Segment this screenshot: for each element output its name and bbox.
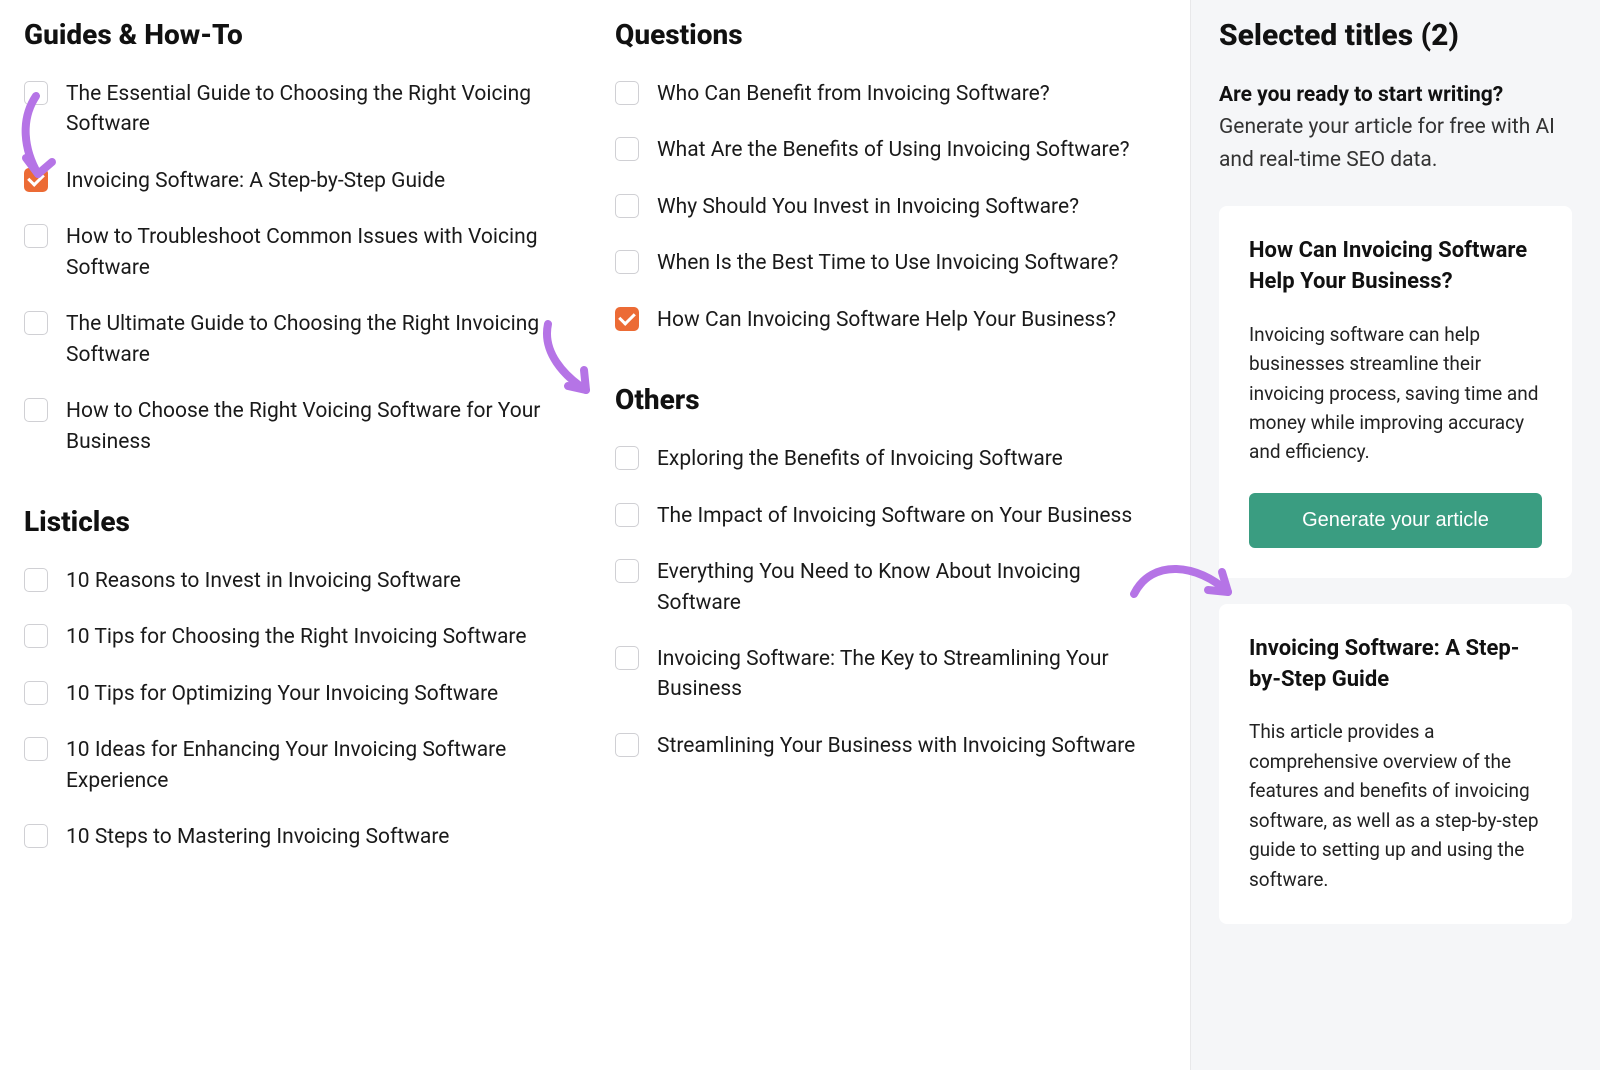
item-label: What Are the Benefits of Using Invoicing… [657, 135, 1130, 165]
sidebar-prompt-question: Are you ready to start writing? [1219, 83, 1572, 107]
item-label: 10 Steps to Mastering Invoicing Software [66, 822, 449, 852]
list-item[interactable]: How Can Invoicing Software Help Your Bus… [615, 305, 1166, 335]
item-label: Invoicing Software: A Step-by-Step Guide [66, 166, 445, 196]
item-label: Everything You Need to Know About Invoic… [657, 557, 1166, 618]
item-label: When Is the Best Time to Use Invoicing S… [657, 248, 1118, 278]
item-label: Exploring the Benefits of Invoicing Soft… [657, 444, 1063, 474]
section-questions: Questions Who Can Benefit from Invoicing… [615, 18, 1166, 335]
checkbox[interactable] [615, 81, 639, 105]
checkbox[interactable] [615, 194, 639, 218]
checkbox[interactable] [24, 737, 48, 761]
list-item[interactable]: 10 Reasons to Invest in Invoicing Softwa… [24, 566, 575, 596]
list-item[interactable]: What Are the Benefits of Using Invoicing… [615, 135, 1166, 165]
section-title-guides: Guides & How-To [24, 18, 575, 51]
section-title-others: Others [615, 383, 1166, 416]
checkbox[interactable] [615, 733, 639, 757]
checkbox[interactable] [615, 307, 639, 331]
item-label: How Can Invoicing Software Help Your Bus… [657, 305, 1116, 335]
checkbox[interactable] [24, 81, 48, 105]
checkbox[interactable] [24, 224, 48, 248]
card-desc: Invoicing software can help businesses s… [1249, 320, 1542, 467]
item-label: The Ultimate Guide to Choosing the Right… [66, 309, 575, 370]
list-item[interactable]: 10 Ideas for Enhancing Your Invoicing So… [24, 735, 575, 796]
item-label: 10 Tips for Optimizing Your Invoicing So… [66, 679, 498, 709]
item-label: 10 Ideas for Enhancing Your Invoicing So… [66, 735, 575, 796]
card-desc: This article provides a comprehensive ov… [1249, 717, 1542, 894]
list-item[interactable]: How to Troubleshoot Common Issues with V… [24, 222, 575, 283]
list-item[interactable]: The Ultimate Guide to Choosing the Right… [24, 309, 575, 370]
checkbox[interactable] [615, 559, 639, 583]
checkbox[interactable] [24, 168, 48, 192]
list-item[interactable]: Invoicing Software: A Step-by-Step Guide [24, 166, 575, 196]
list-item[interactable]: Streamlining Your Business with Invoicin… [615, 731, 1166, 761]
section-title-listicles: Listicles [24, 505, 575, 538]
list-item[interactable]: The Essential Guide to Choosing the Righ… [24, 79, 575, 140]
sidebar-title: Selected titles (2) [1219, 18, 1572, 53]
checkbox[interactable] [24, 824, 48, 848]
item-label: Invoicing Software: The Key to Streamlin… [657, 644, 1166, 705]
item-label: How to Troubleshoot Common Issues with V… [66, 222, 575, 283]
item-label: How to Choose the Right Voicing Software… [66, 396, 575, 457]
section-listicles: Listicles 10 Reasons to Invest in Invoic… [24, 505, 575, 853]
checkbox[interactable] [615, 137, 639, 161]
list-item[interactable]: 10 Tips for Optimizing Your Invoicing So… [24, 679, 575, 709]
selected-title-card: How Can Invoicing Software Help Your Bus… [1219, 206, 1572, 578]
section-others: Others Exploring the Benefits of Invoici… [615, 383, 1166, 761]
checkbox[interactable] [24, 681, 48, 705]
section-guides: Guides & How-To The Essential Guide to C… [24, 18, 575, 457]
selected-title-card: Invoicing Software: A Step-by-Step Guide… [1219, 604, 1572, 924]
list-item[interactable]: Who Can Benefit from Invoicing Software? [615, 79, 1166, 109]
checkbox[interactable] [24, 624, 48, 648]
checkbox[interactable] [615, 646, 639, 670]
checkbox[interactable] [24, 311, 48, 335]
item-label: Who Can Benefit from Invoicing Software? [657, 79, 1050, 109]
checkbox[interactable] [24, 568, 48, 592]
list-item[interactable]: Everything You Need to Know About Invoic… [615, 557, 1166, 618]
list-item[interactable]: The Impact of Invoicing Software on Your… [615, 501, 1166, 531]
list-item[interactable]: How to Choose the Right Voicing Software… [24, 396, 575, 457]
list-item[interactable]: 10 Tips for Choosing the Right Invoicing… [24, 622, 575, 652]
generate-article-button[interactable]: Generate your article [1249, 493, 1542, 548]
column-right: Questions Who Can Benefit from Invoicing… [615, 18, 1166, 1046]
list-item[interactable]: Why Should You Invest in Invoicing Softw… [615, 192, 1166, 222]
card-title: How Can Invoicing Software Help Your Bus… [1249, 236, 1542, 298]
list-item[interactable]: Exploring the Benefits of Invoicing Soft… [615, 444, 1166, 474]
item-label: 10 Reasons to Invest in Invoicing Softwa… [66, 566, 461, 596]
sidebar-selected-titles: Selected titles (2) Are you ready to sta… [1190, 0, 1600, 1070]
checkbox[interactable] [615, 446, 639, 470]
list-item[interactable]: Invoicing Software: The Key to Streamlin… [615, 644, 1166, 705]
list-item[interactable]: When Is the Best Time to Use Invoicing S… [615, 248, 1166, 278]
item-label: 10 Tips for Choosing the Right Invoicing… [66, 622, 526, 652]
checkbox[interactable] [615, 250, 639, 274]
item-label: Why Should You Invest in Invoicing Softw… [657, 192, 1079, 222]
list-item[interactable]: 10 Steps to Mastering Invoicing Software [24, 822, 575, 852]
section-title-questions: Questions [615, 18, 1166, 51]
item-label: The Essential Guide to Choosing the Righ… [66, 79, 575, 140]
item-label: The Impact of Invoicing Software on Your… [657, 501, 1132, 531]
checkbox[interactable] [615, 503, 639, 527]
sidebar-prompt-text: Generate your article for free with AI a… [1219, 111, 1572, 176]
checkbox[interactable] [24, 398, 48, 422]
column-left: Guides & How-To The Essential Guide to C… [24, 18, 575, 1046]
item-label: Streamlining Your Business with Invoicin… [657, 731, 1135, 761]
card-title: Invoicing Software: A Step-by-Step Guide [1249, 634, 1542, 696]
